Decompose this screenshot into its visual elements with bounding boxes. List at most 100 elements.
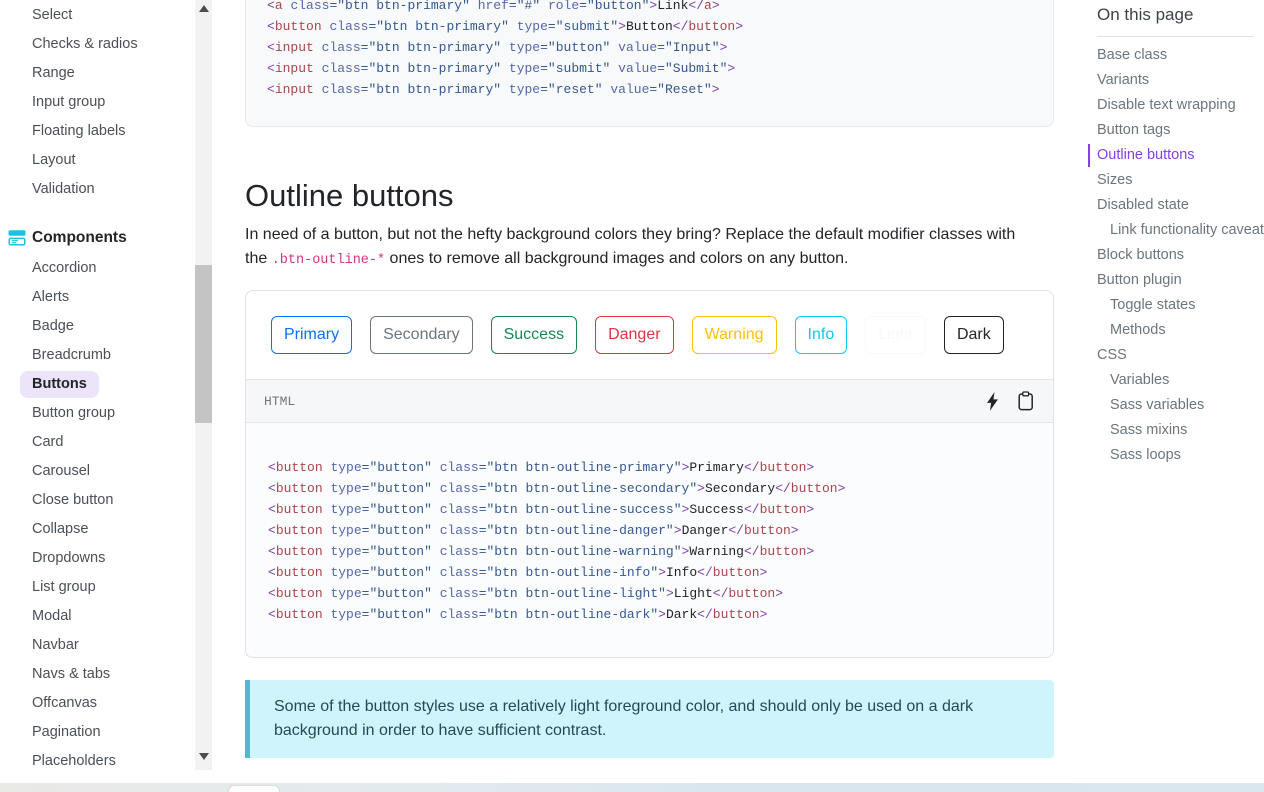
left-sidebar: Select Checks & radios Range Input group Flo… — [0, 0, 212, 772]
toc-item-toggle-states[interactable]: Toggle states — [1088, 293, 1260, 318]
sidebar-item-label: Close button — [32, 492, 114, 508]
sidebar-item-accordion[interactable]: Accordion — [0, 254, 212, 283]
inline-code: .btn-outline-* — [271, 253, 386, 268]
scrollbar-up-arrow-icon[interactable] — [195, 0, 212, 17]
sidebar-item-label: Buttons — [20, 371, 99, 398]
toc-item-base-class[interactable]: Base class — [1088, 43, 1260, 68]
scrollbar-down-arrow-icon[interactable] — [195, 748, 212, 765]
sidebar-item-label: Placeholders — [32, 753, 116, 769]
sidebar-item-close-button[interactable]: Close button — [0, 486, 212, 515]
snippet-code-block: <button type="button" class="btn btn-out… — [246, 423, 1053, 657]
sidebar-item-floating-labels[interactable]: Floating labels — [0, 117, 212, 146]
code-line: <button type="button" class="btn btn-out… — [268, 502, 815, 517]
info-callout: Some of the button styles use a relative… — [245, 680, 1054, 758]
toc-item-sass-variables[interactable]: Sass variables — [1088, 393, 1260, 418]
toc-item-variants[interactable]: Variants — [1088, 68, 1260, 93]
sidebar-item-alerts[interactable]: Alerts — [0, 283, 212, 312]
sidebar-item-label: Carousel — [32, 463, 91, 479]
toc-item-outline-buttons[interactable]: Outline buttons — [1088, 143, 1260, 168]
example-button-warning[interactable]: Warning — [691, 316, 777, 354]
top-code-block: <a class="btn btn-primary" href="#" role… — [245, 0, 1054, 127]
sidebar-item-checks-radios[interactable]: Checks & radios — [0, 30, 212, 59]
sidebar-item-input-group[interactable]: Input group — [0, 88, 212, 117]
code-line: <button type="button" class="btn btn-out… — [268, 481, 846, 496]
sidebar-item-buttons[interactable]: Buttons — [0, 370, 212, 399]
info-callout-text: Some of the button styles use a relative… — [274, 698, 974, 739]
code-line: <button type="button" class="btn btn-out… — [268, 586, 783, 601]
sidebar-item-breadcrumb[interactable]: Breadcrumb — [0, 341, 212, 370]
example-button-dark[interactable]: Dark — [943, 316, 1004, 354]
sidebar-item-label: Offcanvas — [32, 695, 98, 711]
sidebar-item-placeholders[interactable]: Placeholders — [0, 747, 212, 776]
sidebar-nav: Select Checks & radios Range Input group Flo… — [0, 0, 212, 776]
sidebar-item-label: Card — [32, 434, 64, 450]
scrollbar-thumb[interactable] — [195, 265, 212, 423]
example-group: Primary Secondary Success Danger Warning Info… — [245, 290, 1054, 658]
example-button-danger[interactable]: Danger — [595, 316, 674, 354]
sidebar-item-dropdowns[interactable]: Dropdowns — [0, 544, 212, 573]
toc-item-methods[interactable]: Methods — [1088, 318, 1260, 343]
code-line: <button type="button" class="btn btn-out… — [268, 607, 768, 622]
sidebar-item-label: Validation — [32, 181, 95, 197]
toc-item-block-buttons[interactable]: Block buttons — [1088, 243, 1260, 268]
sidebar-item-label: Select — [32, 7, 73, 23]
sidebar-item-label: Badge — [32, 318, 74, 334]
sidebar-item-label: Alerts — [32, 289, 70, 305]
code-line: <a class="btn btn-primary" href="#" role… — [267, 0, 720, 13]
toc-list: Base class Variants Disable text wrapping B… — [1088, 43, 1264, 468]
sidebar-scrollbar[interactable] — [195, 0, 212, 770]
code-line: <input class="btn btn-primary" type="res… — [267, 82, 720, 97]
lightning-icon[interactable] — [983, 391, 1001, 411]
toc-item-link-functionality-caveat[interactable]: Link functionality caveat — [1088, 218, 1264, 243]
sidebar-item-label: Input group — [32, 94, 106, 110]
snippet-toolbar-icons — [983, 391, 1035, 411]
page: Select Checks & radios Range Input group Flo… — [0, 0, 1264, 792]
components-icon — [8, 229, 26, 246]
example-button-primary[interactable]: Primary — [271, 316, 353, 354]
sidebar-item-pagination[interactable]: Pagination — [0, 718, 212, 747]
sidebar-item-collapse[interactable]: Collapse — [0, 515, 212, 544]
clipboard-icon[interactable] — [1017, 391, 1035, 411]
main-content: <a class="btn btn-primary" href="#" role… — [245, 0, 1054, 758]
sidebar-item-range[interactable]: Range — [0, 59, 212, 88]
sidebar-item-validation[interactable]: Validation — [0, 175, 212, 204]
sidebar-item-list-group[interactable]: List group — [0, 573, 212, 602]
toc-item-sass-loops[interactable]: Sass loops — [1088, 443, 1260, 468]
sidebar-item-label: Navs & tabs — [32, 666, 111, 682]
sidebar-item-label: Pagination — [32, 724, 101, 740]
sidebar-item-select[interactable]: Select — [0, 1, 212, 30]
sidebar-item-navs-tabs[interactable]: Navs & tabs — [0, 660, 212, 689]
toc-item-sizes[interactable]: Sizes — [1088, 168, 1260, 193]
toc-title: On this page — [1097, 4, 1254, 37]
sidebar-item-label: Floating labels — [32, 123, 126, 139]
sidebar-item-card[interactable]: Card — [0, 428, 212, 457]
sidebar-item-navbar[interactable]: Navbar — [0, 631, 212, 660]
example-button-secondary[interactable]: Secondary — [370, 316, 473, 354]
toc-item-disabled-state[interactable]: Disabled state — [1088, 193, 1260, 218]
example-button-info[interactable]: Info — [794, 316, 848, 354]
example-button-success[interactable]: Success — [490, 316, 578, 354]
sidebar-item-badge[interactable]: Badge — [0, 312, 212, 341]
sidebar-item-button-group[interactable]: Button group — [0, 399, 212, 428]
toc-item-css[interactable]: CSS — [1088, 343, 1260, 368]
description-text-after: ones to remove all background images and… — [385, 250, 849, 267]
sidebar-item-layout[interactable]: Layout — [0, 146, 212, 175]
example-button-light[interactable]: Light — [865, 316, 926, 354]
sidebar-item-label: Navbar — [32, 637, 79, 653]
code-line: <button type="button" class="btn btn-out… — [268, 460, 815, 475]
sidebar-item-carousel[interactable]: Carousel — [0, 457, 212, 486]
toc-item-button-tags[interactable]: Button tags — [1088, 118, 1260, 143]
toc-item-sass-mixins[interactable]: Sass mixins — [1088, 418, 1260, 443]
sidebar-item-modal[interactable]: Modal — [0, 602, 212, 631]
toc-item-button-plugin[interactable]: Button plugin — [1088, 268, 1260, 293]
toc-item-variables[interactable]: Variables — [1088, 368, 1260, 393]
sidebar-header-label: Components — [32, 229, 127, 246]
code-line: <button type="button" class="btn btn-out… — [268, 565, 768, 580]
sidebar-item-offcanvas[interactable]: Offcanvas — [0, 689, 212, 718]
sidebar-item-label: Collapse — [32, 521, 89, 537]
section-description: In need of a button, but not the hefty b… — [245, 223, 1035, 273]
sidebar-item-label: Dropdowns — [32, 550, 106, 566]
example-button-row: Primary Secondary Success Danger Warning Info… — [246, 291, 1053, 379]
sidebar-item-label: Modal — [32, 608, 72, 624]
toc-item-disable-text-wrapping[interactable]: Disable text wrapping — [1088, 93, 1260, 118]
